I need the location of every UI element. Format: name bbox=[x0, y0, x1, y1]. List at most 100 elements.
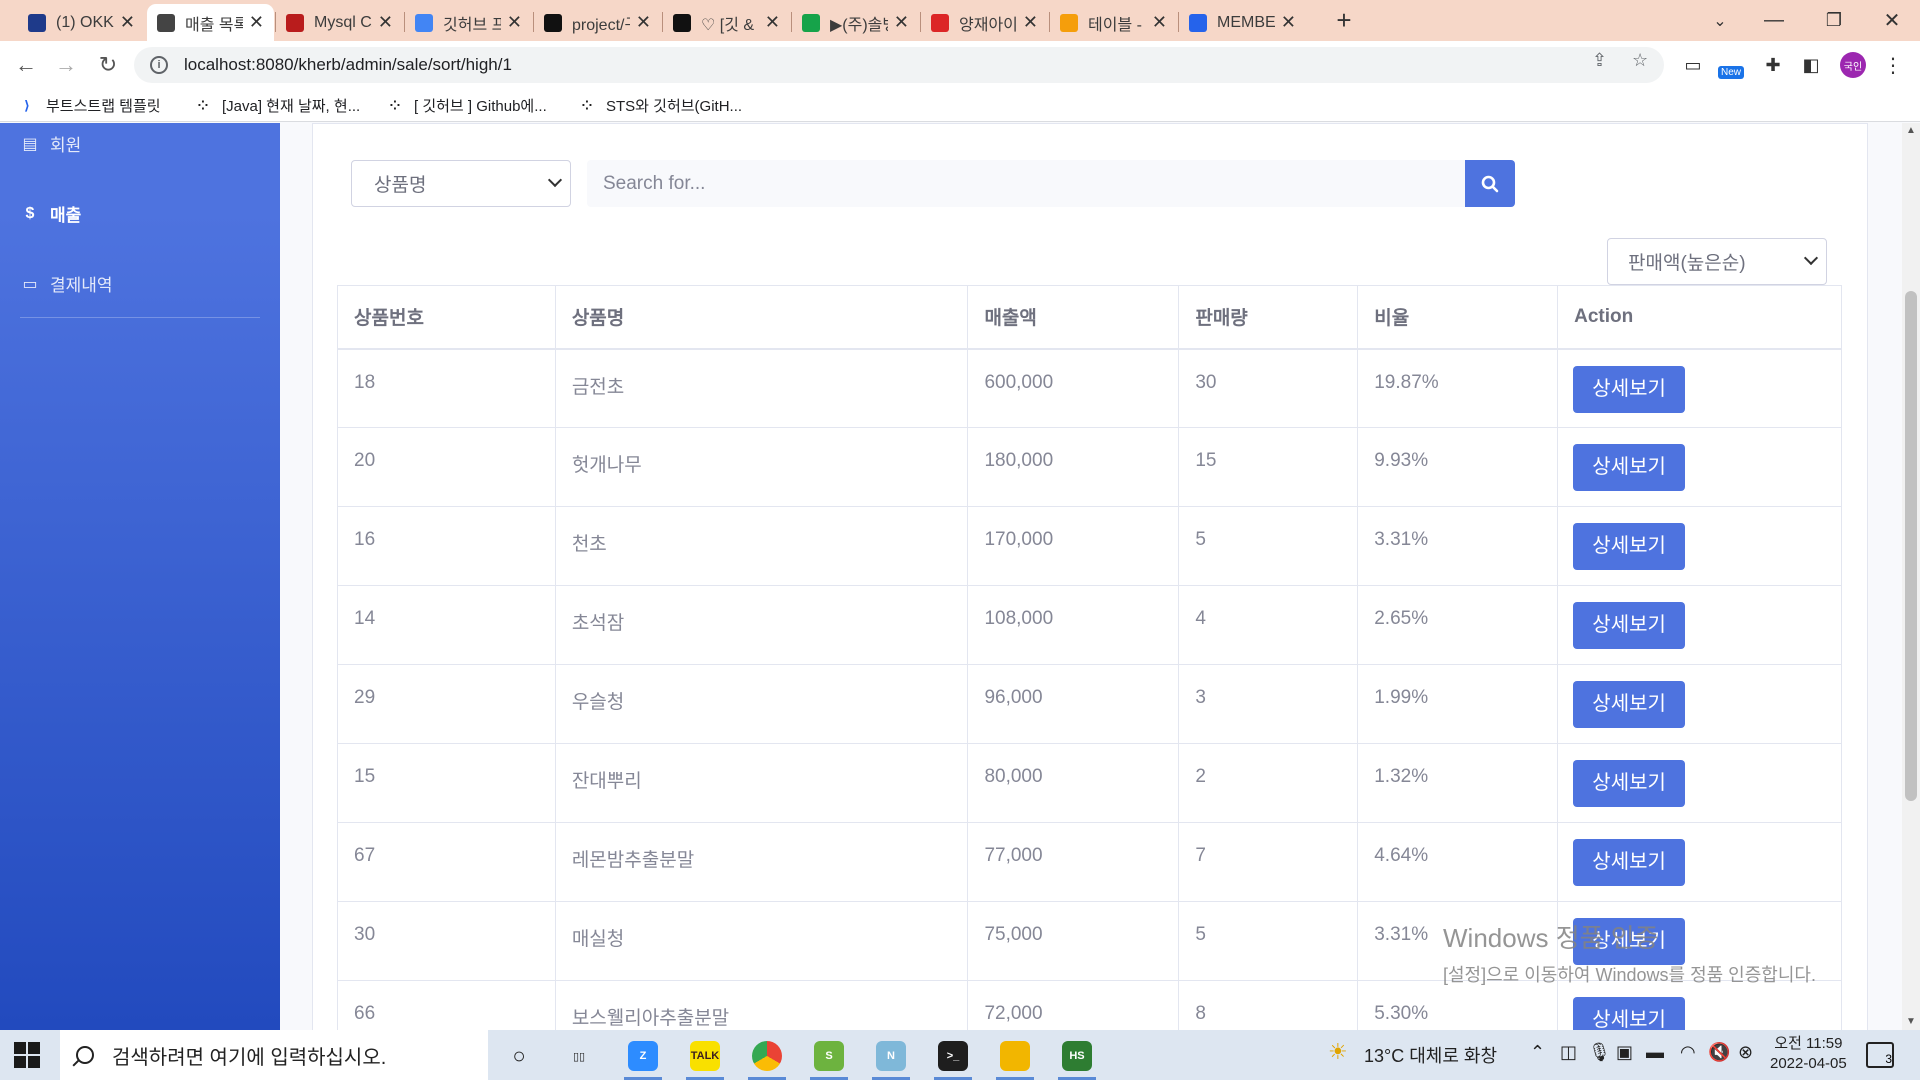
sidebar-item-payments[interactable]: ▭ 결제내역 bbox=[20, 271, 112, 296]
new-tab-button[interactable]: + bbox=[1316, 0, 1372, 41]
view-detail-button[interactable]: 상세보기 bbox=[1573, 602, 1686, 649]
bookmark-star-icon[interactable]: ☆ bbox=[1632, 50, 1648, 71]
taskbar-app[interactable] bbox=[992, 1035, 1038, 1080]
close-tab-icon[interactable]: ✕ bbox=[378, 12, 393, 33]
close-tab-icon[interactable]: ✕ bbox=[1023, 12, 1038, 33]
screen-capture-icon[interactable]: ▣ bbox=[1616, 1042, 1633, 1063]
browser-tab[interactable]: 깃허브 프로 ✕ bbox=[405, 4, 532, 41]
site-info-icon[interactable]: i bbox=[150, 56, 168, 74]
extensions-icon[interactable]: ✚ bbox=[1760, 52, 1786, 78]
browser-tab[interactable]: Mysql CASE ✕ bbox=[276, 4, 403, 41]
browser-tab[interactable]: ♡ [깃 & 깃 ✕ bbox=[663, 4, 790, 41]
view-detail-button[interactable]: 상세보기 bbox=[1573, 997, 1686, 1030]
search-input[interactable] bbox=[587, 160, 1465, 207]
browser-tab[interactable]: ▶(주)솔뱅크 ✕ bbox=[792, 4, 919, 41]
browser-tab[interactable]: 테이블 - Go ✕ bbox=[1050, 4, 1177, 41]
browser-tab[interactable]: 양재아이티 ✕ bbox=[921, 4, 1048, 41]
tab-title: 테이블 - Go bbox=[1088, 16, 1146, 34]
bookmark-label: [Java] 현재 날짜, 현... bbox=[222, 98, 361, 115]
notification-center-icon[interactable]: 3 bbox=[1866, 1042, 1894, 1068]
reload-button[interactable]: ↻ bbox=[94, 51, 122, 79]
close-tab-icon[interactable]: ✕ bbox=[120, 12, 135, 33]
search-button[interactable] bbox=[1465, 160, 1515, 207]
taskbar-app[interactable]: Z bbox=[620, 1035, 666, 1080]
close-tab-icon[interactable]: ✕ bbox=[249, 12, 264, 33]
share-icon[interactable]: ⇪ bbox=[1592, 50, 1607, 71]
browser-tab[interactable]: (1) OKKY - ✕ bbox=[18, 4, 145, 41]
close-tab-icon[interactable]: ✕ bbox=[507, 12, 522, 33]
taskbar-app[interactable]: ○ bbox=[496, 1035, 542, 1077]
cortana-icon: ○ bbox=[512, 1043, 526, 1068]
address-bar[interactable]: i localhost:8080/kherb/admin/sale/sort/h… bbox=[134, 47, 1664, 83]
sort-select[interactable]: 판매액(높은순) bbox=[1607, 238, 1827, 285]
weather-text[interactable]: 13°C 대체로 화창 bbox=[1364, 1042, 1497, 1068]
windows-start-button[interactable] bbox=[14, 1042, 40, 1068]
view-detail-button[interactable]: 상세보기 bbox=[1573, 760, 1686, 807]
back-button[interactable]: ← bbox=[12, 51, 40, 79]
browser-tab[interactable]: MEMBER_2 ✕ bbox=[1179, 4, 1306, 41]
side-panel-icon[interactable]: ◧ bbox=[1798, 52, 1824, 78]
chevron-up-icon[interactable]: ⌃ bbox=[1530, 1042, 1545, 1063]
forward-button[interactable]: → bbox=[52, 51, 80, 79]
scroll-down-arrow[interactable]: ▼ bbox=[1904, 1016, 1918, 1027]
bookmark-label: 부트스트랩 템플릿 bbox=[46, 98, 161, 115]
microphone-icon[interactable]: 🎙 bbox=[1588, 1042, 1611, 1063]
bookmark-item[interactable]: ⁘ STS와 깃허브(GitH... bbox=[578, 95, 743, 116]
tab-search-icon[interactable]: ⌄ bbox=[1692, 0, 1748, 41]
close-tab-icon[interactable]: ✕ bbox=[894, 12, 909, 33]
browser-tab[interactable]: 매출 목록 ✕ bbox=[147, 4, 274, 41]
close-tab-icon[interactable]: ✕ bbox=[1152, 12, 1167, 33]
battery-icon[interactable]: ▬ bbox=[1646, 1042, 1664, 1063]
view-detail-button[interactable]: 상세보기 bbox=[1573, 365, 1686, 413]
cast-icon[interactable]: ▭ bbox=[1680, 52, 1706, 78]
table-row: 16 천초 170,000 5 3.31% 상세보기 bbox=[337, 506, 1842, 586]
chrome-icon bbox=[752, 1041, 782, 1071]
taskbar-app[interactable]: S bbox=[806, 1035, 852, 1080]
close-tab-icon[interactable]: ✕ bbox=[1281, 12, 1296, 33]
view-detail-button[interactable]: 상세보기 bbox=[1573, 523, 1686, 570]
cell-ratio: 4.64% bbox=[1357, 822, 1559, 902]
minimize-button[interactable]: — bbox=[1746, 0, 1802, 41]
browser-toolbar: ← → ↻ i localhost:8080/kherb/admin/sale/… bbox=[0, 41, 1920, 89]
okky-icon bbox=[28, 13, 46, 32]
taskbar-clock[interactable]: 오전 11:59 2022-04-05 bbox=[1770, 1034, 1847, 1074]
cell-id: 16 bbox=[337, 506, 556, 586]
taskbar-app[interactable]: >_ bbox=[930, 1035, 976, 1080]
table-row: 29 우슬청 96,000 3 1.99% 상세보기 bbox=[337, 664, 1842, 744]
bookmark-item[interactable]: ⁘ [ 깃허브 ] Github에... bbox=[386, 95, 547, 116]
taskbar-app[interactable]: HS bbox=[1054, 1035, 1100, 1080]
ime-off-icon[interactable]: ⊗ bbox=[1738, 1042, 1753, 1063]
taskbar-app[interactable] bbox=[744, 1035, 790, 1080]
new-feature-icon[interactable]: New bbox=[1718, 52, 1745, 79]
camera-icon[interactable]: ◫ bbox=[1560, 1042, 1577, 1063]
bookmark-item[interactable]: ⟩ 부트스트랩 템플릿 bbox=[18, 95, 161, 116]
cell-action: 상세보기 bbox=[1557, 980, 1842, 1030]
scroll-up-arrow[interactable]: ▲ bbox=[1904, 125, 1918, 136]
view-detail-button[interactable]: 상세보기 bbox=[1573, 444, 1686, 491]
close-tab-icon[interactable]: ✕ bbox=[636, 12, 651, 33]
volume-muted-icon[interactable]: 🔇 bbox=[1708, 1042, 1730, 1063]
cell-id: 15 bbox=[337, 743, 556, 823]
wifi-icon[interactable]: ◠ bbox=[1680, 1042, 1696, 1063]
close-window-button[interactable]: ✕ bbox=[1864, 0, 1920, 41]
dots-icon: ⁘ bbox=[197, 97, 209, 113]
search-field-select[interactable]: 상품명 bbox=[351, 160, 571, 207]
taskbar-app[interactable]: TALK bbox=[682, 1035, 728, 1080]
view-detail-button[interactable]: 상세보기 bbox=[1573, 839, 1686, 886]
close-tab-icon[interactable]: ✕ bbox=[765, 12, 780, 33]
taskbar-app[interactable]: N bbox=[868, 1035, 914, 1080]
table-row: 67 레몬밤추출분말 77,000 7 4.64% 상세보기 bbox=[337, 822, 1842, 902]
view-detail-button[interactable]: 상세보기 bbox=[1573, 681, 1686, 728]
restore-button[interactable]: ❐ bbox=[1806, 0, 1862, 41]
windows-taskbar: 검색하려면 여기에 입력하십시오. ○ ▯▯ Z TALK S N >_ HS ☀ 13°C … bbox=[0, 1030, 1920, 1080]
scrollbar-thumb[interactable] bbox=[1905, 291, 1917, 801]
bookmark-item[interactable]: ⁘ [Java] 현재 날짜, 현... bbox=[194, 95, 361, 116]
taskbar-search-box[interactable]: 검색하려면 여기에 입력하십시오. bbox=[60, 1030, 488, 1080]
browser-tab[interactable]: project/구현 ✕ bbox=[534, 4, 661, 41]
taskbar-app[interactable]: ▯▯ bbox=[556, 1035, 602, 1077]
sidebar-item-members[interactable]: ▤ 회원 bbox=[20, 131, 81, 156]
diamond-icon bbox=[286, 13, 304, 32]
sidebar-item-sales[interactable]: $ 매출 bbox=[20, 201, 82, 226]
menu-kebab-icon[interactable]: ⋮ bbox=[1880, 52, 1906, 78]
profile-avatar[interactable]: 국인 bbox=[1840, 52, 1866, 78]
